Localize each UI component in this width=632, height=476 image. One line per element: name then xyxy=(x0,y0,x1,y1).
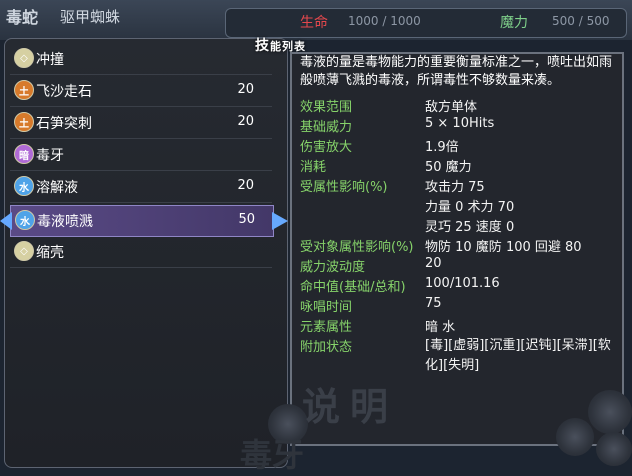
hp-value: 1000 / 1000 xyxy=(348,14,421,28)
property-label: 消耗 xyxy=(300,160,327,175)
property-value: 敌方单体 xyxy=(425,100,478,115)
property-value: 5 × 10Hits xyxy=(425,116,495,131)
property-label: 受对象属性影响(%) xyxy=(300,240,414,255)
water-icon: 水 xyxy=(14,176,34,196)
earth-icon: 土 xyxy=(14,112,34,132)
watermark-text: 说明 xyxy=(302,384,399,429)
skill-name: 溶解液 xyxy=(36,180,78,196)
skill-row[interactable]: ◇ 冲撞 xyxy=(10,44,272,75)
rose-decoration-icon xyxy=(556,418,594,456)
rose-decoration-icon xyxy=(596,432,632,466)
water-icon: 水 xyxy=(15,210,35,230)
character-class: 驱甲蜘蛛 xyxy=(60,8,121,26)
property-label: 咏唱时间 xyxy=(300,300,353,315)
property-value: [毒][虚弱][沉重][迟钝][呆滞][软化][失明] xyxy=(425,338,611,373)
skill-description: 毒液的量是毒物能力的重要衡量标准之一，喷吐出如雨般喷薄飞溅的毒液，所谓毒性不够数… xyxy=(300,55,613,88)
skill-row[interactable]: 暗毒牙 xyxy=(10,140,272,171)
skill-row[interactable]: 水溶解液 20 xyxy=(10,172,272,203)
status-bar: 毒蛇 驱甲蜘蛛 生命 1000 / 1000 魔力 500 / 500 xyxy=(0,0,632,40)
skill-cost: 20 xyxy=(237,82,254,97)
watermark-text-2: 毒牙 xyxy=(240,436,305,474)
property-label: 附加状态 xyxy=(300,340,353,355)
skill-name: 冲撞 xyxy=(36,52,64,68)
diamond-icon: ◇ xyxy=(14,241,34,261)
skill-row[interactable]: 土石笋突刺 20 xyxy=(10,108,272,139)
skill-cost: 20 xyxy=(237,114,254,129)
skill-name: 毒液喷溅 xyxy=(37,214,93,230)
property-value: 力量 0 术力 70 xyxy=(425,200,515,215)
property-label: 威力波动度 xyxy=(300,260,366,275)
property-value: 50 魔力 xyxy=(425,160,472,175)
property-label: 元素属性 xyxy=(300,320,353,335)
character-name: 毒蛇 xyxy=(6,8,39,27)
arrow-right-icon[interactable] xyxy=(272,212,288,230)
skill-name: 石笋突刺 xyxy=(36,116,92,132)
property-label: 受属性影响(%) xyxy=(300,180,388,195)
skill-cost: 50 xyxy=(238,212,255,227)
property-value: 20 xyxy=(425,256,442,271)
skill-row[interactable]: 水毒液喷溅 50 xyxy=(10,205,274,237)
poison-icon: 暗 xyxy=(14,144,34,164)
skill-cost: 20 xyxy=(237,178,254,193)
skill-name: 毒牙 xyxy=(36,148,64,164)
property-label: 伤害放大 xyxy=(300,140,353,155)
property-value: 暗 水 xyxy=(425,320,456,335)
hp-label: 生命 xyxy=(300,15,328,31)
skill-row[interactable]: ◇ 缩壳 xyxy=(10,237,272,268)
mp-label: 魔力 xyxy=(500,15,528,31)
skill-name: 缩壳 xyxy=(36,245,64,261)
property-value: 100/101.16 xyxy=(425,276,500,291)
property-value: 攻击力 75 xyxy=(425,180,485,195)
property-label: 基础威力 xyxy=(300,120,353,135)
arrow-left-icon[interactable] xyxy=(0,212,12,230)
skill-row[interactable]: 土飞沙走石 20 xyxy=(10,76,272,107)
property-value: 灵巧 25 速度 0 xyxy=(425,220,515,235)
property-value: 75 xyxy=(425,296,442,311)
property-label: 效果范围 xyxy=(300,100,353,115)
property-value: 物防 10 魔防 100 回避 80 xyxy=(425,240,582,255)
rose-decoration-icon xyxy=(588,390,632,434)
skill-name: 飞沙走石 xyxy=(36,84,92,100)
earth-icon: 土 xyxy=(14,80,34,100)
property-value: 1.9倍 xyxy=(425,140,459,155)
diamond-icon: ◇ xyxy=(14,48,34,68)
mp-value: 500 / 500 xyxy=(552,14,610,28)
property-label: 命中值(基础/总和) xyxy=(300,280,406,295)
